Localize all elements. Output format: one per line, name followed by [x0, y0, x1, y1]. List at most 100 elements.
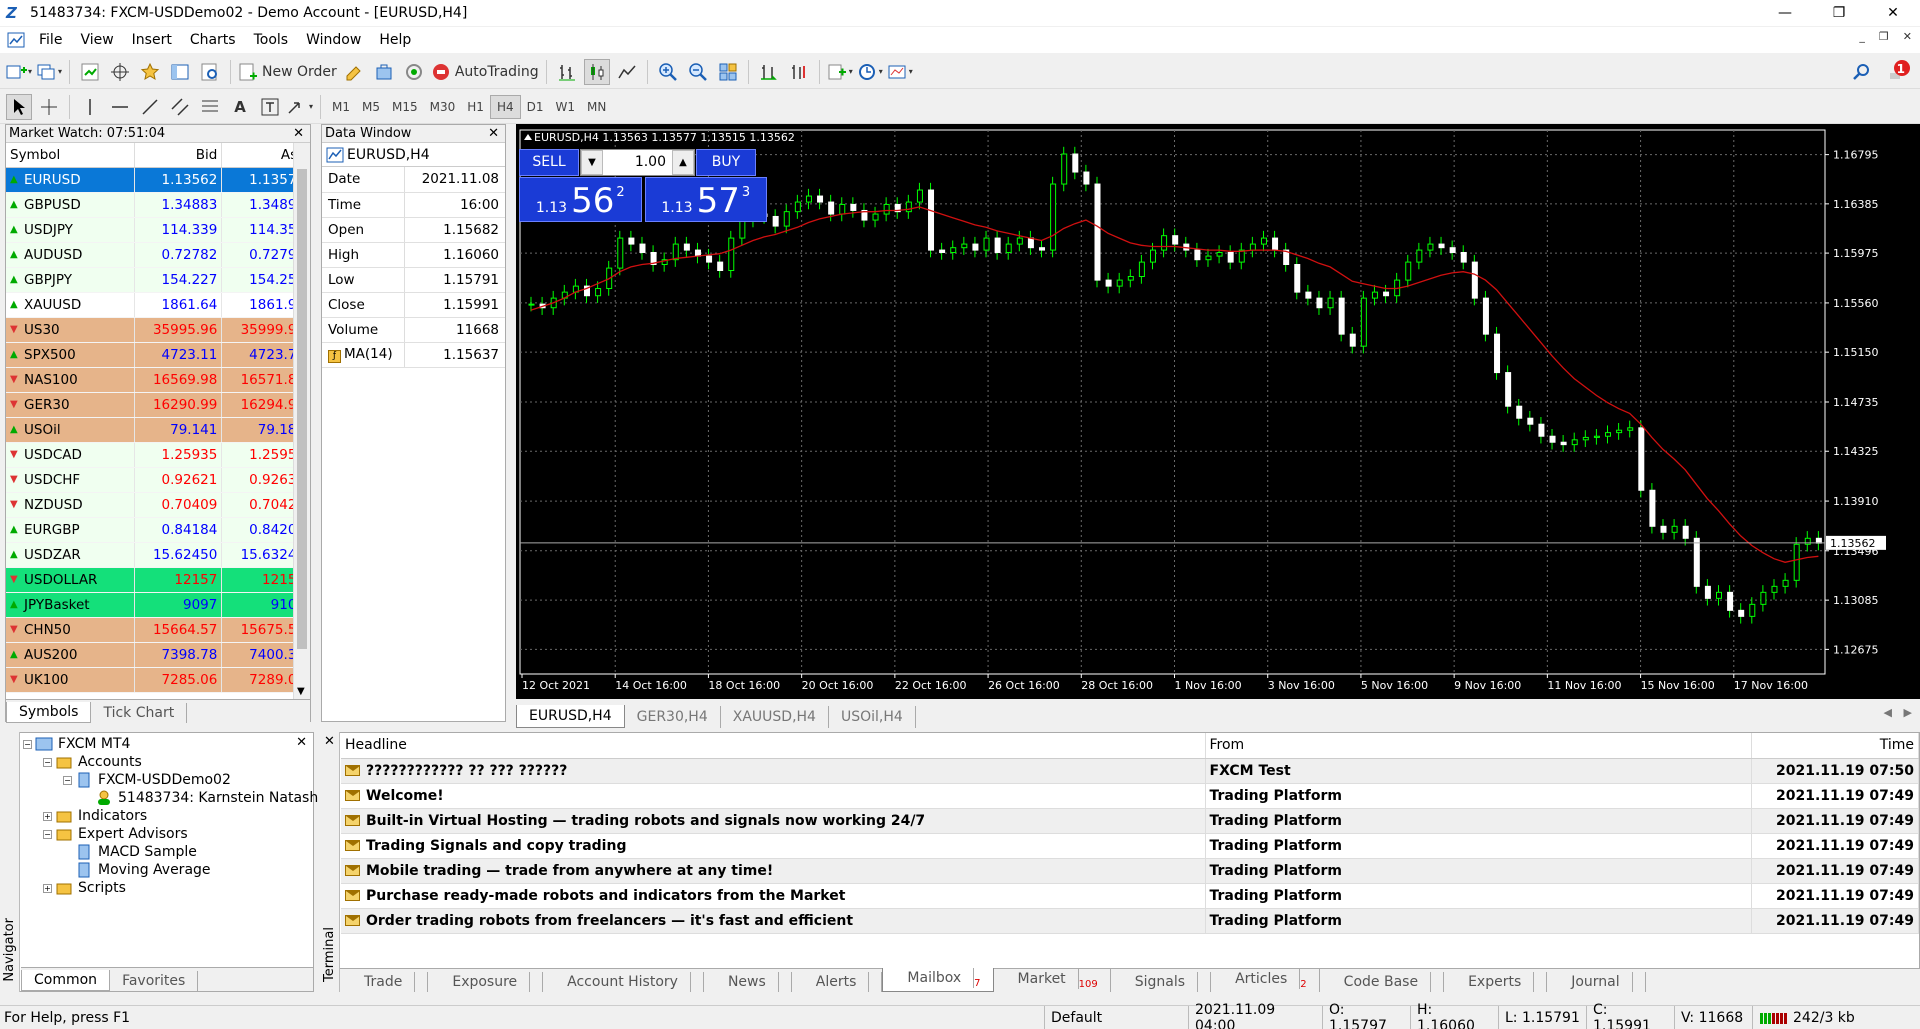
market-watch-row[interactable]: ▲ USOil 79.141 79.181: [6, 417, 310, 443]
timeframe-m30[interactable]: M30: [424, 95, 462, 119]
market-watch-toggle-icon[interactable]: [77, 59, 103, 85]
market-icon[interactable]: [371, 59, 397, 85]
market-watch-row[interactable]: ▲ GBPJPY 154.227 154.251: [6, 267, 310, 293]
timeframe-mn[interactable]: MN: [581, 95, 612, 119]
market-watch-row[interactable]: ▲ XAUUSD 1861.64 1861.98: [6, 292, 310, 318]
market-watch-close-icon[interactable]: ✕: [287, 126, 310, 141]
market-watch-scrollbar[interactable]: ▼: [293, 143, 310, 699]
tab-favorites[interactable]: Favorites: [110, 971, 199, 991]
scrollbar-thumb[interactable]: [297, 169, 307, 649]
column-time[interactable]: Time: [1751, 733, 1919, 759]
new-order-button[interactable]: New Order: [238, 59, 337, 85]
auto-scroll-icon[interactable]: [756, 59, 782, 85]
cursor-tool-icon[interactable]: [6, 93, 32, 120]
crosshair-tool-icon[interactable]: [36, 94, 62, 120]
text-label-icon[interactable]: [257, 94, 283, 120]
menu-file[interactable]: File: [30, 32, 71, 48]
zoom-out-icon[interactable]: [685, 59, 711, 85]
market-watch-row[interactable]: ▼ UK100 7285.06 7289.06: [6, 667, 310, 693]
terminal-tab-mailbox[interactable]: Mailbox 7: [882, 968, 994, 992]
buy-button[interactable]: BUY: [696, 148, 756, 176]
expand-toggle-icon[interactable]: −: [43, 829, 52, 839]
terminal-tab-alerts[interactable]: Alerts: [792, 972, 883, 992]
chart-tab-xauusd[interactable]: XAUUSD,H4: [721, 706, 829, 728]
column-headline[interactable]: Headline: [341, 733, 1206, 759]
menu-window[interactable]: Window: [297, 32, 370, 48]
menu-tools[interactable]: Tools: [245, 32, 298, 48]
nav-item-scripts[interactable]: + Scripts: [43, 880, 126, 896]
market-watch-row[interactable]: ▲ AUS200 7398.78 7400.38: [6, 642, 310, 668]
market-watch-row[interactable]: ▼ USDCHF 0.92621 0.92637: [6, 467, 310, 493]
navigator-toggle-icon[interactable]: [137, 59, 163, 85]
chart-tab-ger30[interactable]: GER30,H4: [625, 706, 721, 728]
mail-row[interactable]: Purchase ready-made robots and indicator…: [341, 883, 1919, 909]
menu-help[interactable]: Help: [370, 32, 420, 48]
nav-item-accounts[interactable]: − Accounts: [43, 754, 142, 770]
market-watch-row[interactable]: ▼ NZDUSD 0.70409 0.70428: [6, 492, 310, 518]
market-watch-row[interactable]: ▼ USDCAD 1.25935 1.25957: [6, 442, 310, 468]
terminal-tab-exposure[interactable]: Exposure: [428, 972, 544, 992]
terminal-tab-news[interactable]: News: [704, 972, 792, 992]
timeframe-m1[interactable]: M1: [326, 95, 356, 119]
mdi-restore-button[interactable]: ❐: [1879, 30, 1889, 43]
signals-icon[interactable]: [401, 59, 427, 85]
candlestick-chart-icon[interactable]: [583, 58, 610, 85]
new-chart-button[interactable]: ▾: [6, 59, 32, 85]
terminal-tab-journal[interactable]: Journal: [1547, 972, 1646, 992]
mdi-minimize-button[interactable]: _: [1859, 30, 1865, 43]
column-symbol[interactable]: Symbol: [6, 143, 135, 168]
expand-toggle-icon[interactable]: −: [43, 757, 52, 767]
arrows-tool-icon[interactable]: ▾: [287, 94, 313, 120]
timeframe-m15[interactable]: M15: [386, 95, 424, 119]
crosshair-data-icon[interactable]: [107, 59, 133, 85]
tile-windows-icon[interactable]: [715, 59, 741, 85]
close-button[interactable]: ✕: [1866, 0, 1920, 26]
market-watch-row[interactable]: ▲ AUDUSD 0.72782 0.72798: [6, 242, 310, 268]
timeframe-w1[interactable]: W1: [549, 95, 581, 119]
timeframe-d1[interactable]: D1: [521, 95, 550, 119]
sell-button[interactable]: SELL: [519, 148, 579, 176]
mail-row[interactable]: Order trading robots from freelancers — …: [341, 908, 1919, 934]
chart-tab-eurusd[interactable]: EURUSD,H4: [516, 705, 625, 728]
terminal-tab-account-history[interactable]: Account History: [543, 972, 704, 992]
terminal-tab-market[interactable]: Market 109: [994, 969, 1111, 992]
bar-chart-icon[interactable]: [554, 59, 580, 85]
terminal-tab-experts[interactable]: Experts: [1444, 972, 1548, 992]
expand-toggle-icon[interactable]: +: [43, 811, 52, 821]
mdi-close-button[interactable]: ✕: [1903, 30, 1912, 43]
nav-item-fxcm-usddemo02[interactable]: − FXCM-USDDemo02: [63, 772, 231, 788]
sell-price-button[interactable]: 1.13 56 2: [519, 177, 642, 222]
tab-tick-chart[interactable]: Tick Chart: [91, 703, 188, 723]
menu-view[interactable]: View: [71, 32, 122, 48]
notification-icon[interactable]: 1: [1886, 58, 1912, 84]
market-watch-row[interactable]: ▼ GER30 16290.99 16294.99: [6, 392, 310, 418]
market-watch-row[interactable]: ▲ EURUSD 1.13562 1.13573: [6, 167, 310, 193]
market-watch-row[interactable]: ▲ SPX500 4723.11 4723.71: [6, 342, 310, 368]
vertical-line-icon[interactable]: [77, 94, 103, 120]
lot-size-input[interactable]: 1.00: [603, 154, 672, 170]
nav-item-account-51483734[interactable]: 51483734: Karnstein Natash: [83, 790, 318, 806]
market-watch-row[interactable]: ▼ US30 35995.96 35999.96: [6, 317, 310, 343]
strategy-tester-icon[interactable]: [197, 59, 223, 85]
terminal-tab-articles[interactable]: Articles 2: [1211, 969, 1320, 992]
market-watch-row[interactable]: ▲ EURGBP 0.84184 0.84203: [6, 517, 310, 543]
zoom-in-icon[interactable]: [655, 59, 681, 85]
mail-row[interactable]: ???????????? ?? ??? ?????? FXCM Test 2021.…: [341, 758, 1919, 784]
terminal-tab-trade[interactable]: Trade: [340, 972, 429, 992]
market-watch-row[interactable]: ▲ USDJPY 114.339 114.351: [6, 217, 310, 243]
market-watch-row[interactable]: ▲ USDZAR 15.62450 15.63243: [6, 542, 310, 568]
chart-tab-usoil[interactable]: USOil,H4: [829, 706, 916, 728]
column-bid[interactable]: Bid: [134, 143, 223, 168]
chart-shift-icon[interactable]: [786, 59, 812, 85]
fibonacci-icon[interactable]: [197, 94, 223, 120]
expand-toggle-icon[interactable]: −: [23, 739, 32, 749]
market-watch-row[interactable]: ▲ GBPUSD 1.34883 1.34897: [6, 192, 310, 218]
tab-common[interactable]: Common: [21, 970, 111, 991]
expand-toggle-icon[interactable]: +: [43, 883, 52, 893]
indicators-list-icon[interactable]: ▾: [827, 59, 853, 85]
templates-icon[interactable]: ▾: [887, 59, 913, 85]
terminal-tab-signals[interactable]: Signals: [1111, 972, 1212, 992]
tabs-scroll-left-icon[interactable]: ◀: [1884, 706, 1892, 719]
nav-item-indicators[interactable]: + Indicators: [43, 808, 147, 824]
data-window-close-icon[interactable]: ✕: [482, 126, 505, 141]
